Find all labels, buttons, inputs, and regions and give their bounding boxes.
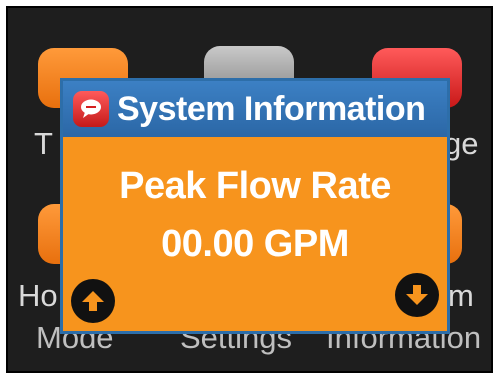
arrow-down-icon [406, 285, 428, 305]
time-label-fragment: T [34, 126, 53, 161]
device-screen: T ge Ho m Mode Settings Information Syst… [6, 6, 493, 373]
dialog-title: System Information [117, 89, 426, 128]
arrow-up-icon [82, 291, 104, 311]
holiday-label-fragment: Ho [18, 278, 58, 313]
system-label-fragment: m [448, 278, 474, 313]
metric-value: 00.00 GPM [161, 223, 349, 265]
next-button[interactable] [395, 273, 439, 317]
metric-label: Peak Flow Rate [119, 165, 391, 207]
system-information-dialog: System Information Peak Flow Rate 00.00 … [60, 78, 450, 334]
previous-button[interactable] [71, 279, 115, 323]
chat-bubble-icon [73, 91, 109, 127]
dialog-header: System Information [63, 81, 447, 137]
